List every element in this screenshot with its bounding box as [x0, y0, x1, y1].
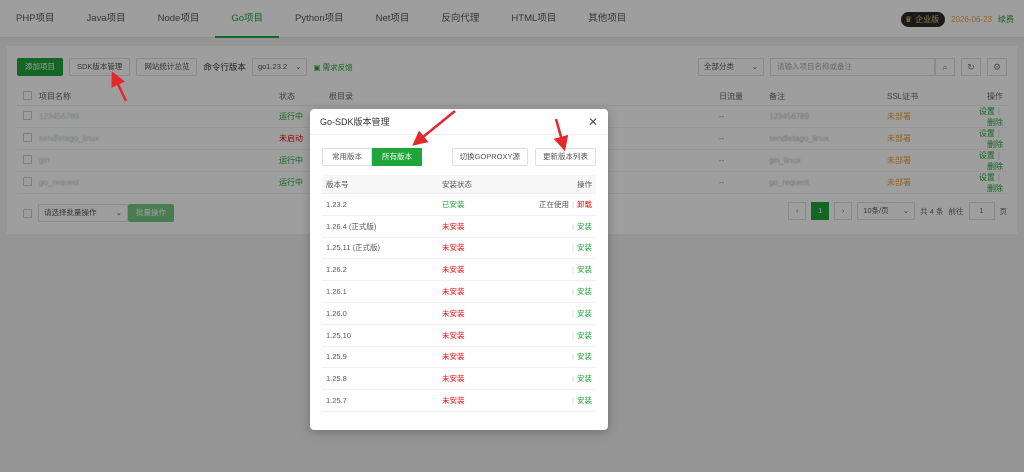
arrow-to-all-versions-tab — [412, 110, 456, 146]
arrow-to-sdk-button — [111, 71, 128, 102]
annotation-arrows — [111, 71, 569, 152]
arrow-to-update-list-button — [553, 118, 569, 152]
